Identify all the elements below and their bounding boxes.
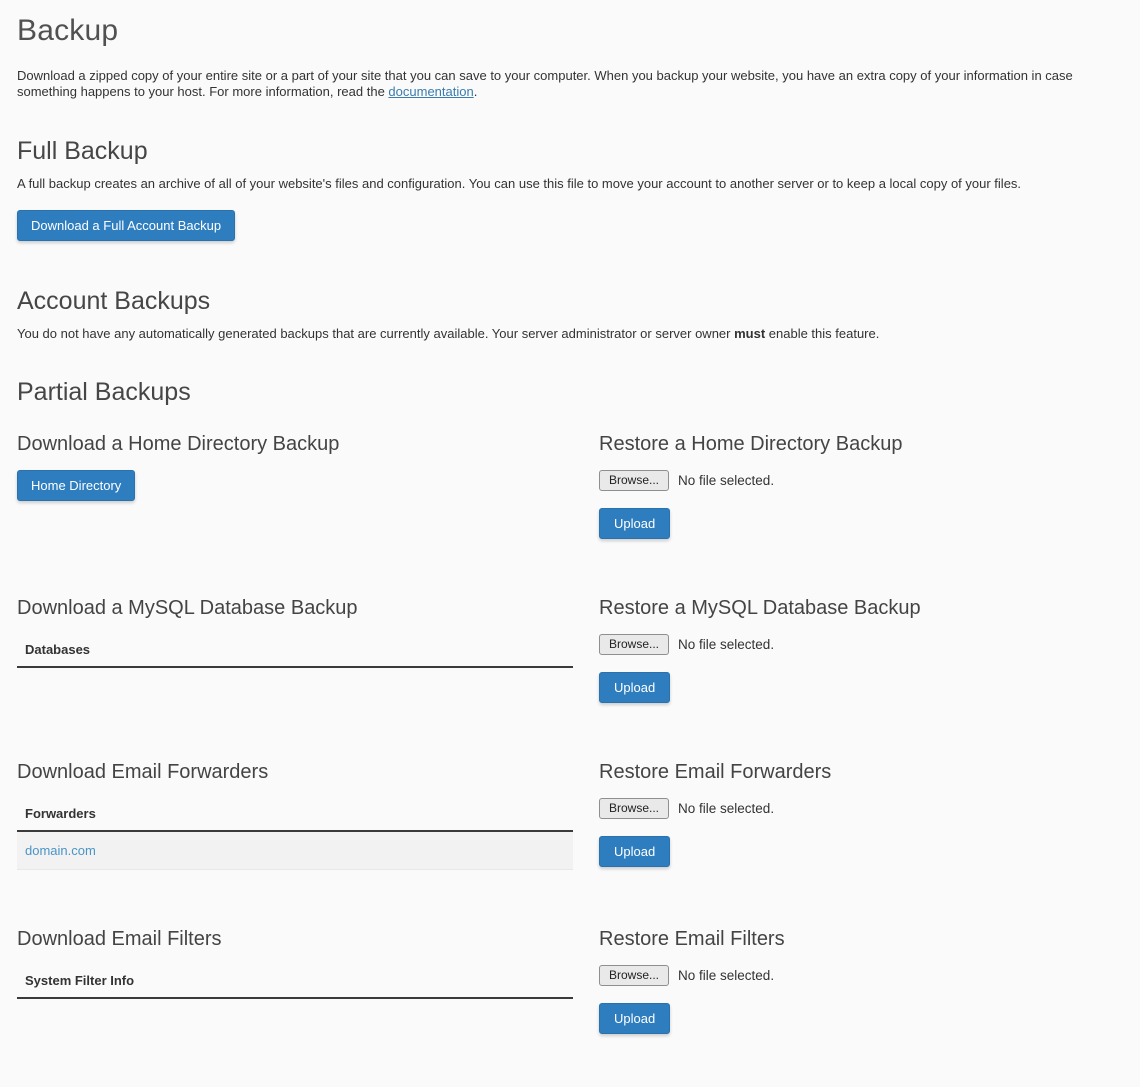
download-email-forwarders-section: Download Email Forwarders Forwarders dom… bbox=[17, 761, 573, 870]
home-directory-file-input-row: Browse... No file selected. bbox=[599, 470, 1123, 491]
filters-file-input-row: Browse... No file selected. bbox=[599, 965, 1123, 986]
forwarders-browse-button[interactable]: Browse... bbox=[599, 798, 669, 819]
forwarders-file-status: No file selected. bbox=[678, 801, 774, 816]
partial-backups-heading: Partial Backups bbox=[17, 378, 1123, 407]
home-directory-download-button[interactable]: Home Directory bbox=[17, 470, 135, 501]
restore-email-filters-heading: Restore Email Filters bbox=[599, 928, 1123, 951]
forwarders-file-input-row: Browse... No file selected. bbox=[599, 798, 1123, 819]
restore-email-forwarders-section: Restore Email Forwarders Browse... No fi… bbox=[599, 761, 1123, 870]
download-full-account-backup-button[interactable]: Download a Full Account Backup bbox=[17, 210, 235, 241]
filters-browse-button[interactable]: Browse... bbox=[599, 965, 669, 986]
forwarders-table: Forwarders domain.com bbox=[17, 798, 573, 870]
download-email-filters-section: Download Email Filters System Filter Inf… bbox=[17, 928, 573, 999]
full-backup-heading: Full Backup bbox=[17, 137, 1123, 166]
full-backup-description: A full backup creates an archive of all … bbox=[17, 176, 1123, 192]
forwarders-upload-button[interactable]: Upload bbox=[599, 836, 670, 867]
table-row: domain.com bbox=[17, 831, 573, 870]
mysql-file-input-row: Browse... No file selected. bbox=[599, 634, 1123, 655]
restore-home-directory-heading: Restore a Home Directory Backup bbox=[599, 433, 1123, 456]
databases-table: Databases bbox=[17, 634, 573, 668]
documentation-link[interactable]: documentation bbox=[388, 84, 473, 99]
home-directory-browse-button[interactable]: Browse... bbox=[599, 470, 669, 491]
forwarder-domain-link[interactable]: domain.com bbox=[25, 843, 96, 858]
restore-mysql-section: Restore a MySQL Database Backup Browse..… bbox=[599, 597, 1123, 703]
filters-upload-button[interactable]: Upload bbox=[599, 1003, 670, 1034]
intro-text-after-link: . bbox=[474, 84, 478, 99]
account-backups-heading: Account Backups bbox=[17, 287, 1123, 316]
mysql-browse-button[interactable]: Browse... bbox=[599, 634, 669, 655]
mysql-file-status: No file selected. bbox=[678, 637, 774, 652]
intro-text-before-link: Download a zipped copy of your entire si… bbox=[17, 68, 1073, 99]
page-title: Backup bbox=[17, 14, 1123, 48]
databases-table-header: Databases bbox=[17, 634, 573, 667]
download-home-directory-section: Download a Home Directory Backup Home Di… bbox=[17, 433, 573, 539]
partial-backups-grid: Download a Home Directory Backup Home Di… bbox=[17, 433, 1123, 1057]
download-email-forwarders-heading: Download Email Forwarders bbox=[17, 761, 573, 784]
restore-email-filters-section: Restore Email Filters Browse... No file … bbox=[599, 928, 1123, 1057]
download-home-directory-heading: Download a Home Directory Backup bbox=[17, 433, 573, 456]
system-filter-info-table-header: System Filter Info bbox=[17, 965, 573, 998]
restore-email-forwarders-heading: Restore Email Forwarders bbox=[599, 761, 1123, 784]
intro-paragraph: Download a zipped copy of your entire si… bbox=[17, 68, 1123, 101]
download-mysql-section: Download a MySQL Database Backup Databas… bbox=[17, 597, 573, 703]
account-backups-text-before: You do not have any automatically genera… bbox=[17, 326, 734, 341]
mysql-upload-button[interactable]: Upload bbox=[599, 672, 670, 703]
home-directory-file-status: No file selected. bbox=[678, 473, 774, 488]
account-backups-status: You do not have any automatically genera… bbox=[17, 326, 1123, 342]
account-backups-text-after: enable this feature. bbox=[765, 326, 879, 341]
filters-file-status: No file selected. bbox=[678, 968, 774, 983]
backup-page: Backup Download a zipped copy of your en… bbox=[0, 14, 1140, 1087]
account-backups-bold-word: must bbox=[734, 326, 765, 341]
download-mysql-heading: Download a MySQL Database Backup bbox=[17, 597, 573, 620]
download-email-filters-heading: Download Email Filters bbox=[17, 928, 573, 951]
restore-mysql-heading: Restore a MySQL Database Backup bbox=[599, 597, 1123, 620]
home-directory-upload-button[interactable]: Upload bbox=[599, 508, 670, 539]
system-filter-info-table: System Filter Info bbox=[17, 965, 573, 999]
forwarders-table-header: Forwarders bbox=[17, 798, 573, 831]
restore-home-directory-section: Restore a Home Directory Backup Browse..… bbox=[599, 433, 1123, 539]
